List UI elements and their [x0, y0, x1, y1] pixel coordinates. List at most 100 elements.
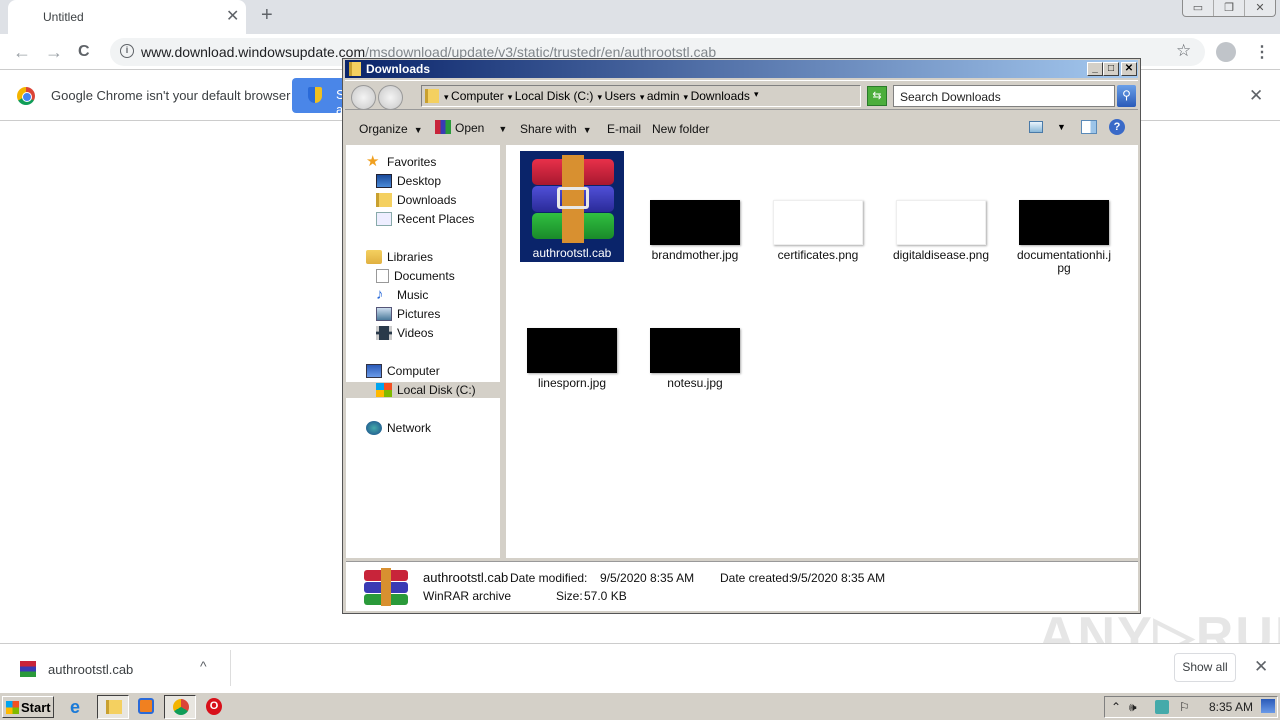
new-folder-button[interactable]: New folder [652, 122, 709, 136]
nav-local-disk[interactable]: Local Disk (C:) [346, 382, 501, 398]
tab-untitled[interactable]: Untitled ✕ [8, 0, 246, 34]
nav-label: Pictures [397, 307, 441, 321]
start-button[interactable]: Start [2, 696, 54, 718]
chrome-menu-icon[interactable]: ⋮ [1254, 42, 1270, 62]
media-player-icon[interactable] [138, 698, 154, 714]
open-button[interactable]: Open ▼ [435, 120, 507, 135]
refresh-icon[interactable]: ⇆ [867, 86, 887, 106]
breadcrumb-local-disk[interactable]: Local Disk (C:) [508, 89, 594, 103]
forward-button[interactable]: → [45, 42, 63, 63]
bookmark-star-icon[interactable]: ☆ [1176, 41, 1191, 61]
breadcrumb-users[interactable]: Users [597, 89, 635, 103]
nav-label: Videos [397, 326, 434, 340]
file-item-brandmother-jpg[interactable]: brandmother.jpg [643, 200, 747, 262]
downloads-bar: authrootstl.cab ^ Show all ✕ [0, 643, 1280, 691]
nav-documents[interactable]: Documents [376, 269, 455, 283]
organize-menu[interactable]: Organize ▼ [359, 122, 423, 136]
explorer-close-button[interactable]: ✕ [1121, 62, 1137, 76]
file-item-documentationhi-jpg[interactable]: documentationhi.jpg [1012, 200, 1116, 275]
nav-downloads[interactable]: Downloads [376, 193, 456, 207]
file-item-linesporn-jpg[interactable]: linesporn.jpg [520, 328, 624, 390]
chevron-up-icon[interactable]: ^ [200, 658, 207, 674]
music-icon: ♪ [376, 286, 384, 303]
computer-icon [366, 364, 382, 378]
internet-explorer-icon[interactable]: e [70, 697, 90, 717]
image-thumbnail [896, 200, 986, 245]
breadcrumb-computer[interactable]: Computer [444, 89, 504, 103]
search-icon[interactable]: ⚲ [1117, 85, 1136, 107]
detail-file-type: WinRAR archive [423, 589, 512, 603]
file-name: certificates.png [777, 248, 859, 262]
image-thumbnail [1019, 200, 1109, 245]
profile-avatar[interactable] [1216, 42, 1236, 62]
preview-pane-icon[interactable] [1081, 120, 1097, 134]
explorer-maximize-button[interactable]: □ [1103, 62, 1119, 76]
nav-network[interactable]: Network [366, 421, 431, 435]
nav-favorites[interactable]: ★ Favorites [366, 154, 436, 169]
breadcrumb-downloads[interactable]: Downloads [684, 89, 750, 103]
back-arrow-icon[interactable] [351, 85, 376, 110]
forward-arrow-icon[interactable] [378, 85, 403, 110]
explorer-titlebar[interactable]: Downloads _ □ ✕ [345, 60, 1138, 78]
recent-places-icon [376, 212, 392, 226]
url-host: www.download.windowsupdate.com [141, 44, 366, 60]
email-button[interactable]: E-mail [607, 122, 641, 136]
help-icon[interactable]: ? [1109, 119, 1125, 135]
file-item-authrootstl-cab[interactable]: authrootstl.cab [520, 151, 624, 262]
tab-close-icon[interactable]: ✕ [226, 6, 239, 26]
show-all-button[interactable]: Show all [1174, 653, 1236, 682]
chevron-down-icon[interactable]: ▾ [754, 89, 759, 103]
share-with-menu[interactable]: Share with ▼ [520, 122, 592, 136]
file-item-digitaldisease-png[interactable]: digitaldisease.png [889, 200, 993, 262]
nav-label: Desktop [397, 174, 442, 188]
nav-desktop[interactable]: Desktop [376, 174, 441, 188]
taskbar-chrome-button[interactable] [164, 695, 196, 719]
downloads-bar-close-icon[interactable]: ✕ [1254, 657, 1268, 677]
volume-icon[interactable]: 🕪 [1129, 700, 1137, 715]
file-name: brandmother.jpg [651, 248, 739, 262]
infobar-message: Google Chrome isn't your default browser [51, 88, 291, 103]
close-button[interactable]: ✕ [1245, 0, 1275, 16]
file-name: authrootstl.cab [532, 246, 612, 260]
action-center-flag-icon[interactable]: ⚐ [1179, 700, 1190, 714]
breadcrumb-admin[interactable]: admin [640, 89, 680, 103]
file-item-certificates-png[interactable]: certificates.png [766, 200, 870, 262]
info-icon[interactable]: i [120, 44, 134, 58]
new-tab-button[interactable]: + [261, 4, 273, 27]
show-desktop-icon[interactable] [1261, 699, 1275, 713]
taskbar-explorer-button[interactable] [97, 695, 129, 719]
clock[interactable]: 8:35 AM [1209, 700, 1253, 714]
explorer-minimize-button[interactable]: _ [1087, 62, 1103, 76]
opera-icon[interactable]: O [206, 698, 222, 715]
infobar-close-icon[interactable]: ✕ [1249, 86, 1263, 106]
view-dropdown-icon[interactable]: ▼ [1057, 122, 1066, 132]
show-hidden-icons[interactable]: ⌃ [1111, 700, 1121, 714]
winrar-icon [435, 120, 451, 134]
detail-size-label: Size: [556, 589, 583, 603]
nav-pictures[interactable]: Pictures [376, 307, 440, 321]
window-controls: ▭ ❐ ✕ [1182, 0, 1276, 17]
nav-videos[interactable]: Videos [376, 326, 433, 340]
image-thumbnail [773, 200, 863, 245]
nav-computer[interactable]: Computer [366, 364, 440, 378]
desktop-icon [376, 174, 392, 188]
file-name: linesporn.jpg [537, 376, 607, 390]
reload-button[interactable]: C [78, 43, 90, 61]
search-input[interactable]: Search Downloads [893, 85, 1115, 107]
network-tray-icon[interactable] [1155, 700, 1169, 714]
detail-file-name: authrootstl.cab [423, 570, 509, 585]
minimize-button[interactable]: ▭ [1183, 0, 1214, 16]
file-item-notesu-jpg[interactable]: notesu.jpg [643, 328, 747, 390]
nav-music[interactable]: ♪ Music [376, 286, 428, 303]
change-view-icon[interactable] [1029, 121, 1043, 133]
details-pane: authrootstl.cab WinRAR archive Date modi… [346, 561, 1138, 611]
download-item[interactable]: authrootstl.cab ^ [0, 644, 230, 690]
uac-shield-icon [308, 87, 322, 103]
winrar-archive-icon [364, 568, 408, 606]
breadcrumb: Computer Local Disk (C:) Users admin Dow… [444, 89, 758, 103]
back-button[interactable]: ← [13, 42, 31, 63]
nav-libraries[interactable]: Libraries [366, 250, 433, 264]
nav-recent-places[interactable]: Recent Places [376, 212, 474, 226]
breadcrumb-bar[interactable]: Computer Local Disk (C:) Users admin Dow… [421, 85, 936, 107]
restore-button[interactable]: ❐ [1214, 0, 1245, 16]
